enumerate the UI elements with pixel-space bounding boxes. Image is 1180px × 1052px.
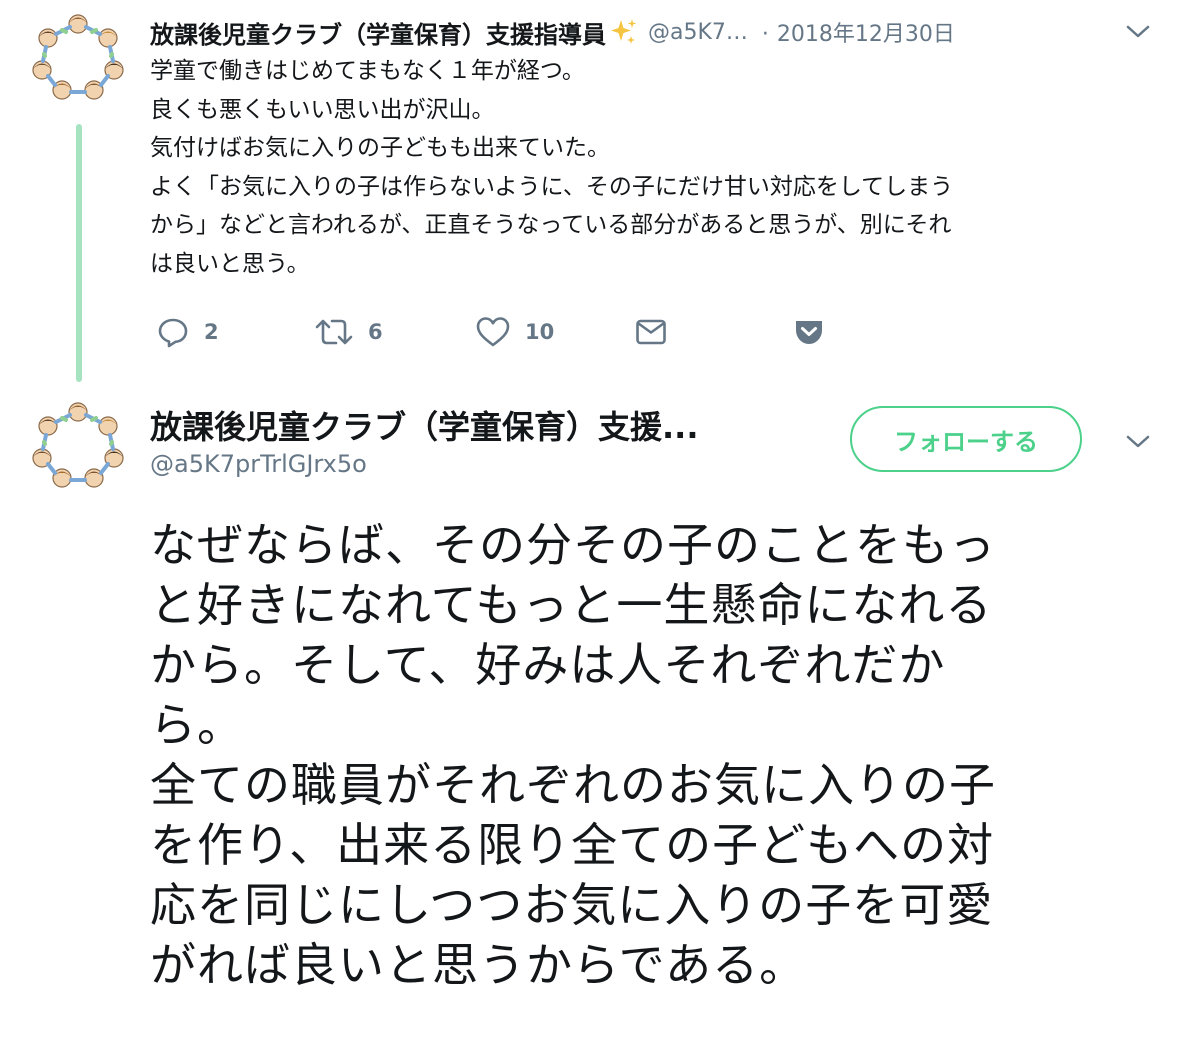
- pocket-icon: [796, 321, 822, 344]
- tweet2-handle[interactable]: @a5K7prTrlGJrx5o: [150, 450, 367, 478]
- retweet-count: 6: [368, 320, 383, 344]
- chevron-down-icon[interactable]: [1125, 24, 1151, 40]
- tweet1-line: は良いと思う。: [150, 250, 310, 277]
- tweet1-date-text: 2018年12月30日: [776, 22, 955, 47]
- tweet2-line: 全ての職員がそれぞれのお気に入りの子: [150, 758, 996, 812]
- follow-button[interactable]: フォローする: [850, 406, 1082, 472]
- like-icon: [476, 317, 510, 347]
- reply-button[interactable]: 2: [156, 312, 219, 352]
- dm-icon: [636, 319, 666, 345]
- tweet1-text: 学童で働きはじめてまもなく１年が経つ。 良くも悪くもいい思い出が沢山。 気付けば…: [150, 52, 1150, 283]
- tweet1-date[interactable]: · 2018年12月30日: [762, 16, 955, 48]
- tweet2-line: と好きになれてもっと一生懸命になれる: [150, 578, 993, 632]
- dm-button[interactable]: [634, 312, 668, 352]
- tweet1-header: 放課後児童クラブ（学童保育）支援指導員 @a5K7… · 2018年12月30日: [150, 14, 955, 50]
- like-count: 10: [525, 320, 555, 344]
- tweet2-author-name[interactable]: 放課後児童クラブ（学童保育）支援...: [150, 402, 698, 448]
- avatar[interactable]: [32, 10, 124, 102]
- tweet2-line: を作り、出来る限り全ての子どもへの対: [150, 818, 995, 872]
- tweet1-line: 気付けばお気に入りの子どもも出来ていた。: [150, 135, 610, 161]
- pocket-button[interactable]: [792, 312, 826, 352]
- thread-connector-line: [76, 124, 82, 382]
- tweet1-line: 良くも悪くもいい思い出が沢山。: [150, 96, 495, 123]
- tweet2-line: 応を同じにしつつお気に入りの子を可愛: [150, 878, 994, 932]
- tweet1-line: から」などと言われるが、正直そうなっている部分があると思うが、別にそれ: [150, 212, 952, 238]
- tweet2-line: ら。: [150, 698, 244, 752]
- tweet1-actions: 2 6 10: [150, 312, 850, 352]
- tweet1-line: よく「お気に入りの子は作らないように、その子にだけ甘い対応をしてしまう: [150, 173, 954, 200]
- sparkles-icon: [611, 19, 637, 44]
- tweet1-author-name[interactable]: 放課後児童クラブ（学童保育）支援指導員: [150, 15, 606, 50]
- tweet1-line: 学童で働きはじめてまもなく１年が経つ。: [150, 58, 585, 84]
- date-separator: ·: [761, 22, 769, 47]
- tweet2-text: なぜならば、その分その子のことをもっ と好きになれてもっと一生懸命になれる から…: [150, 515, 1150, 995]
- like-button[interactable]: 10: [475, 312, 554, 352]
- reply-icon: [158, 318, 188, 348]
- retweet-icon: [315, 319, 353, 345]
- tweet2-line: なぜならば、その分その子のことをもっ: [150, 518, 996, 572]
- tweet2-line: がれば良いと思うからである。: [150, 938, 807, 992]
- chevron-down-icon[interactable]: [1125, 434, 1151, 450]
- tweet2-line: から。そして、好みは人それぞれだか: [150, 638, 946, 692]
- reply-count: 2: [204, 320, 219, 344]
- retweet-button[interactable]: 6: [314, 312, 383, 352]
- avatar[interactable]: [32, 398, 124, 490]
- tweet1-handle[interactable]: @a5K7…: [648, 20, 748, 45]
